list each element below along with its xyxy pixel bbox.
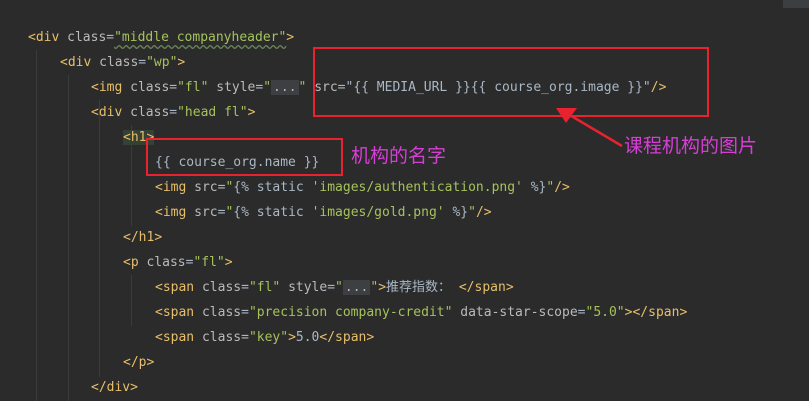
annotation-arrow (556, 108, 623, 148)
arrow-head (556, 108, 577, 123)
arrow-shaft (567, 112, 623, 148)
